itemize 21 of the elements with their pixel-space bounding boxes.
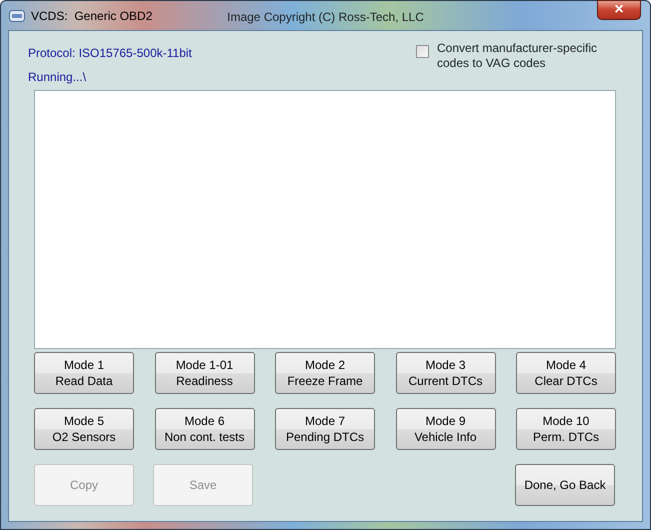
close-button[interactable]: × <box>597 0 641 20</box>
checkbox-label: Convert manufacturer-specific codes to VAG codes <box>437 41 598 72</box>
mode-button[interactable]: Mode 3 Current DTCs <box>396 352 496 394</box>
mode-button[interactable]: Mode 6 Non cont. tests <box>154 408 254 450</box>
action-button: Copy <box>34 464 134 506</box>
mode-button[interactable]: Mode 2 Freeze Frame <box>275 352 375 394</box>
action-button[interactable]: Done, Go Back <box>515 464 615 506</box>
mode-button[interactable]: Mode 9 Vehicle Info <box>396 408 496 450</box>
action-button: Save <box>153 464 253 506</box>
window-title: VCDS: Generic OBD2 <box>31 8 152 24</box>
checkbox[interactable] <box>416 45 429 58</box>
status-text: Running...\ <box>28 69 88 86</box>
copyright-text: Image Copyright (C) Ross-Tech, LLC <box>227 9 424 26</box>
mode-button[interactable]: Mode 1-01 Readiness <box>154 352 254 394</box>
app-icon <box>9 10 25 22</box>
mode-button[interactable]: Mode 1 Read Data <box>34 352 134 394</box>
mode-button[interactable]: Mode 4 Clear DTCs <box>516 352 616 394</box>
mode-button[interactable]: Mode 7 Pending DTCs <box>275 408 375 450</box>
protocol-text: Protocol: ISO15765-500k-11bit <box>28 45 192 62</box>
mode-button[interactable]: Mode 5 O2 Sensors <box>34 408 134 450</box>
mode-button[interactable]: Mode 10 Perm. DTCs <box>516 408 616 450</box>
